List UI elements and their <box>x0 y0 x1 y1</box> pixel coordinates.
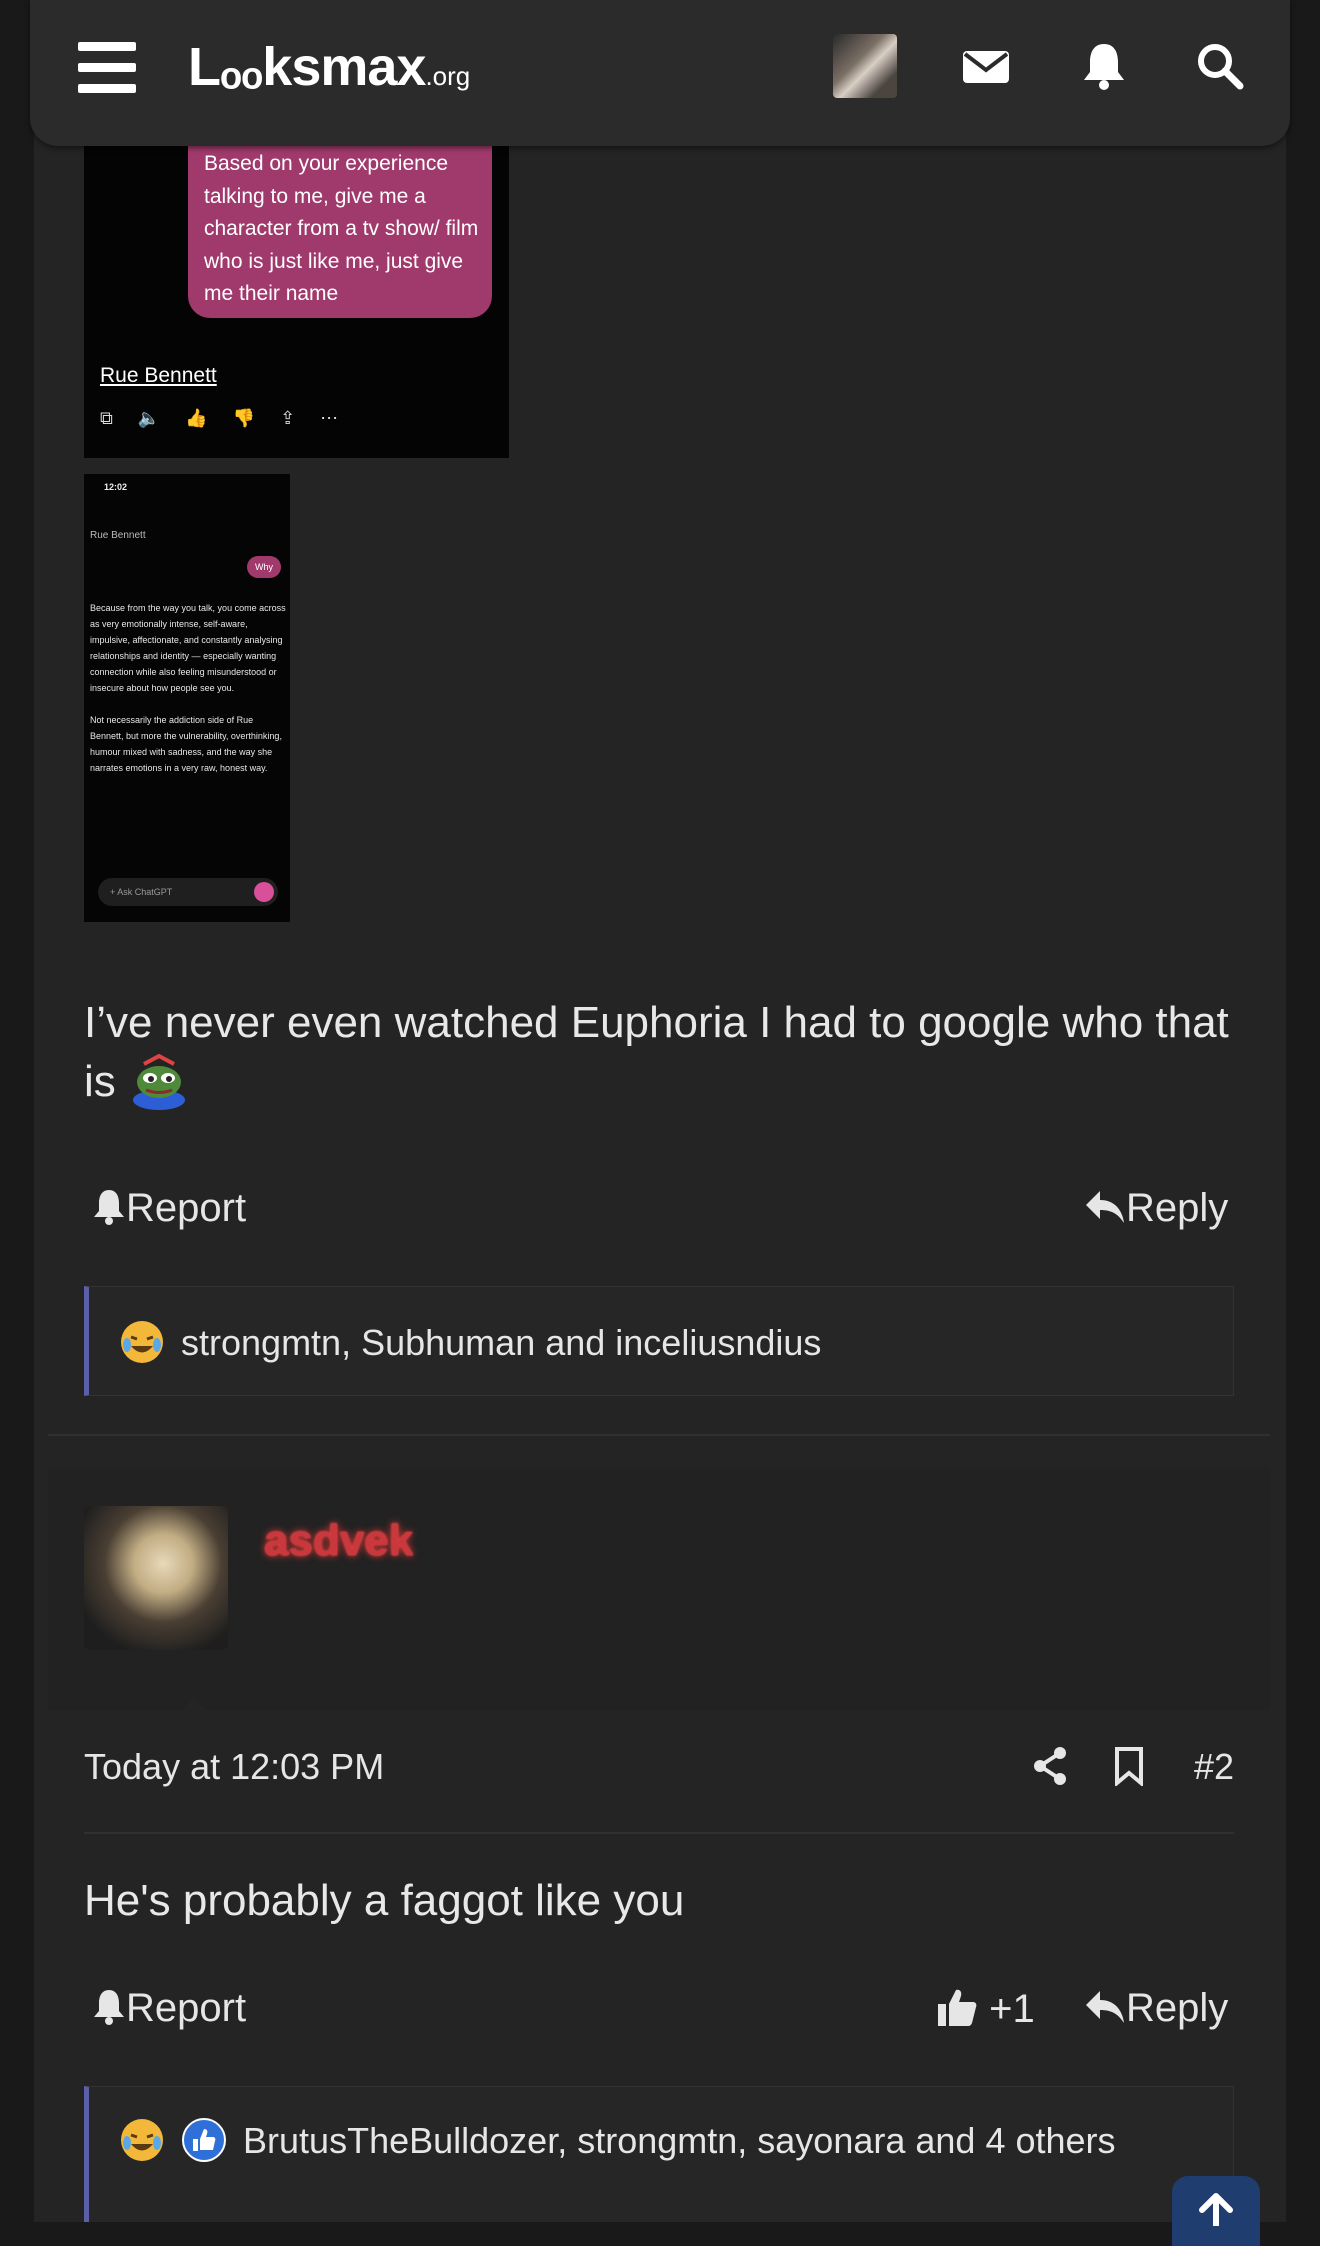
report-button[interactable]: Report <box>92 1186 246 1231</box>
post-text-2: He's probably a faggot like you <box>84 1876 685 1925</box>
ask-placeholder: + Ask ChatGPT <box>110 887 173 897</box>
post-text-1: I’ve never even watched Euphoria I had t… <box>84 998 1229 1106</box>
laughing-crying-emoji-icon <box>121 2119 163 2161</box>
top-name: Rue Bennett <box>90 530 146 541</box>
post-user-block: asdvek <box>48 1468 1270 1732</box>
top-header: Lₒₒksmax.org <box>30 0 1290 146</box>
reply-icon <box>1086 1991 1124 2023</box>
chat-response: Because from the way you talk, you come … <box>90 603 286 773</box>
attached-image-1[interactable]: Based on your experience talking to me, … <box>84 146 509 458</box>
search-icon[interactable] <box>1194 40 1246 92</box>
logo-text: Lₒₒksmax <box>188 37 426 97</box>
reactions-bar-2[interactable]: BrutusTheBulldozer, strongmtn, sayonara … <box>84 2086 1234 2222</box>
like-button[interactable]: +1 <box>936 1986 1035 2032</box>
reactions-bar-1[interactable]: strongmtn, Subhuman and inceliusndius <box>84 1286 1234 1396</box>
bell-icon <box>94 1990 124 2025</box>
arrow-up-icon <box>1199 2193 1233 2229</box>
chat-bubble: Based on your experience talking to me, … <box>188 146 492 318</box>
chat-action-icons: ⧉ 🔈 👍 👎 ⇪ ⋯ <box>100 408 349 428</box>
why-bubble: Why <box>247 556 281 578</box>
username[interactable]: asdvek <box>264 1516 413 1566</box>
laughing-crying-emoji-icon <box>121 1321 163 1363</box>
like-count: +1 <box>989 1987 1035 2031</box>
share-icon[interactable] <box>1032 1746 1068 1786</box>
post-divider <box>48 1434 1270 1436</box>
reply-icon <box>1086 1191 1124 1223</box>
bell-icon[interactable] <box>1078 40 1130 92</box>
like-emoji-icon <box>182 2118 227 2162</box>
report-label: Report <box>126 1186 247 1230</box>
post-body-1: I’ve never even watched Euphoria I had t… <box>84 998 1234 1110</box>
reply-label: Reply <box>1126 1186 1229 1230</box>
phone-time: 12:02 <box>104 482 128 492</box>
voice-icon <box>254 882 274 902</box>
menu-icon[interactable] <box>78 42 136 94</box>
user-avatar-asdvek[interactable] <box>84 1506 228 1650</box>
reply-button-2[interactable]: Reply <box>1084 1986 1228 2031</box>
user-avatar[interactable] <box>833 34 897 98</box>
reply-label: Reply <box>1126 1986 1229 2030</box>
user-block-pointer <box>160 1698 228 1732</box>
report-label: Report <box>126 1986 247 2030</box>
site-logo[interactable]: Lₒₒksmax.org <box>188 36 470 98</box>
logo-suffix: .org <box>425 61 471 91</box>
answer-text: Rue Bennett <box>100 364 217 387</box>
mail-icon[interactable] <box>960 40 1012 92</box>
ask-bar: + Ask ChatGPT <box>98 878 278 906</box>
thumbs-up-icon <box>938 1989 977 2026</box>
post-timestamp[interactable]: Today at 12:03 PM <box>84 1746 384 1788</box>
pepe-emoji-icon <box>133 1053 186 1110</box>
reactions-text-2: BrutusTheBulldozer, strongmtn, sayonara … <box>243 2120 1116 2161</box>
bell-icon <box>94 1190 124 1225</box>
attached-image-2[interactable]: 12:02 Rue Bennett Why Because from the w… <box>84 474 290 922</box>
scroll-to-top-button[interactable] <box>1172 2176 1260 2246</box>
bookmark-icon[interactable] <box>1114 1746 1144 1786</box>
report-button-2[interactable]: Report <box>92 1986 246 2031</box>
reply-button[interactable]: Reply <box>1084 1186 1228 1231</box>
bubble-text: Based on your experience talking to me, … <box>204 152 479 305</box>
reactions-text-1: strongmtn, Subhuman and inceliusndius <box>181 1322 822 1363</box>
post-number[interactable]: #2 <box>1194 1746 1234 1788</box>
meta-divider <box>84 1832 1234 1834</box>
